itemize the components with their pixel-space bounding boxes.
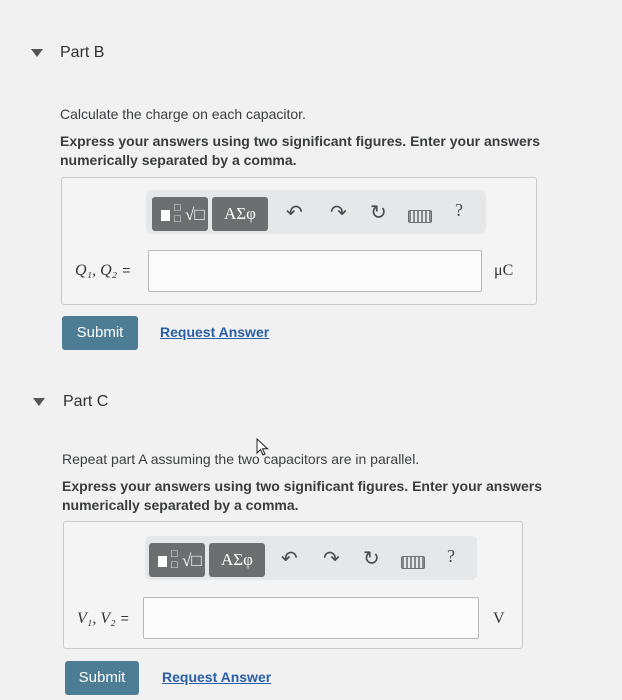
part-c-header[interactable]: Part C xyxy=(0,376,622,424)
unit-label: μC xyxy=(494,262,514,279)
greek-symbols-button[interactable]: ΑΣφ xyxy=(209,543,265,577)
unit-label: V xyxy=(493,610,505,627)
answer-instructions: Express your answers using two significa… xyxy=(62,478,543,513)
request-answer-link[interactable]: Request Answer xyxy=(162,669,271,685)
math-toolbar: □ □ √□ ΑΣφ ↶ ↷ ↻ ? xyxy=(145,536,477,580)
templates-fraction-root-icon xyxy=(158,556,167,567)
reset-icon[interactable]: ↻ xyxy=(363,548,380,570)
math-toolbar: □ □ √□ ΑΣφ ↶ ↷ ↻ ? xyxy=(146,190,486,234)
submit-button[interactable]: Submit xyxy=(62,316,138,350)
undo-icon[interactable]: ↶ xyxy=(281,548,298,570)
keyboard-icon[interactable] xyxy=(401,556,425,569)
answer-area: □ □ √□ ΑΣφ ↶ ↷ ↻ ? Q₁, Q₂ = μC xyxy=(61,177,537,305)
answer-input[interactable] xyxy=(143,597,479,639)
mouse-cursor-icon xyxy=(256,438,269,456)
help-button[interactable]: ? xyxy=(455,200,463,221)
submit-button[interactable]: Submit xyxy=(65,661,139,695)
redo-icon[interactable]: ↷ xyxy=(330,202,347,224)
part-title: Part B xyxy=(60,44,105,61)
part-b-header[interactable]: Part B xyxy=(0,28,622,76)
templates-fraction-root-icon xyxy=(161,210,170,221)
question-prompt: Repeat part A assuming the two capacitor… xyxy=(62,451,420,467)
redo-icon[interactable]: ↷ xyxy=(323,548,340,570)
undo-icon[interactable]: ↶ xyxy=(286,202,303,224)
variable-label: Q₁, Q₂ = xyxy=(75,262,131,279)
help-button[interactable]: ? xyxy=(447,546,455,567)
question-prompt: Calculate the charge on each capacitor. xyxy=(60,106,306,122)
reset-icon[interactable]: ↻ xyxy=(370,202,387,224)
templates-button[interactable]: □ □ √□ xyxy=(152,197,208,231)
answer-instructions: Express your answers using two significa… xyxy=(60,133,541,168)
collapse-caret-icon[interactable] xyxy=(33,398,45,406)
collapse-caret-icon[interactable] xyxy=(31,49,43,57)
variable-label: V₁, V₂ = xyxy=(77,610,129,627)
keyboard-icon[interactable] xyxy=(408,210,432,223)
greek-symbols-button[interactable]: ΑΣφ xyxy=(212,197,268,231)
answer-input[interactable] xyxy=(148,250,482,292)
templates-button[interactable]: □ □ √□ xyxy=(149,543,205,577)
part-title: Part C xyxy=(63,393,109,410)
request-answer-link[interactable]: Request Answer xyxy=(160,324,269,340)
answer-area: □ □ √□ ΑΣφ ↶ ↷ ↻ ? V₁, V₂ = V xyxy=(63,521,523,649)
